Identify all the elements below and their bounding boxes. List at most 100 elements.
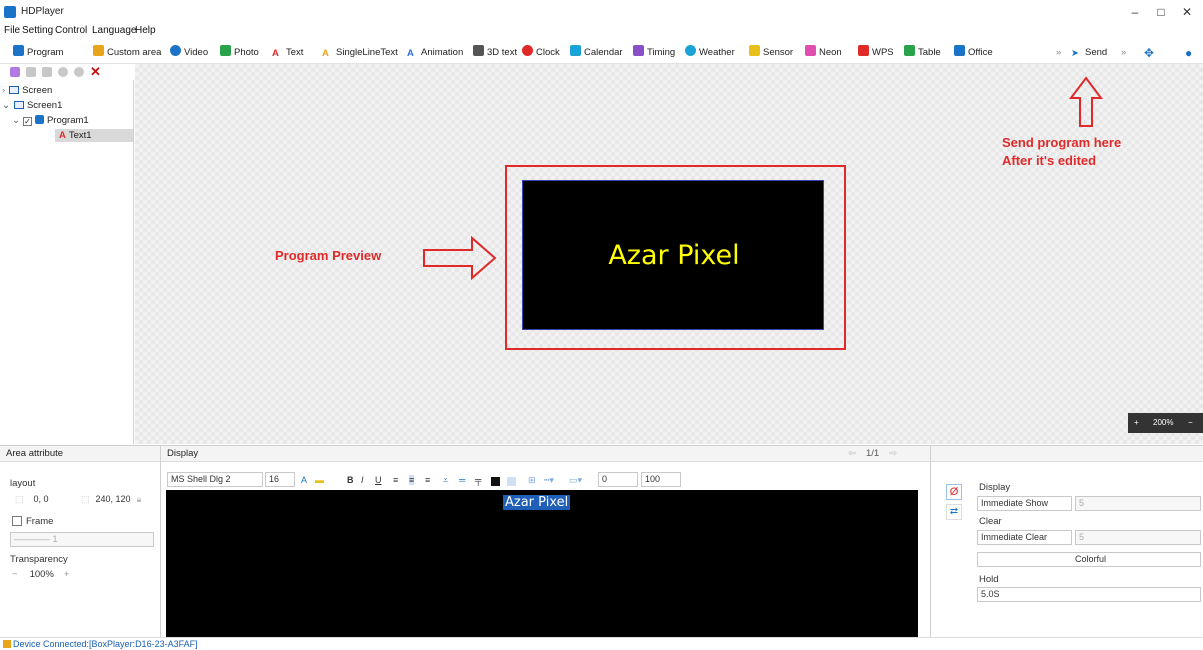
tree-item-text1[interactable]: A Text1: [55, 129, 133, 142]
random-effect-icon[interactable]: ⇄: [946, 504, 962, 520]
frame-style-select[interactable]: ———— 1: [10, 532, 154, 547]
move-up-icon[interactable]: [58, 67, 68, 77]
hold-label: Hold: [979, 574, 999, 585]
spacing-field[interactable]: 0: [598, 472, 638, 487]
timing-button[interactable]: Timing: [633, 45, 675, 61]
send-overflow-icon[interactable]: »: [1121, 45, 1126, 61]
display-speed-select[interactable]: 5: [1075, 496, 1201, 511]
paste-icon[interactable]: [42, 67, 52, 77]
text-editor[interactable]: Azar Pixel: [166, 490, 918, 637]
background-color-button[interactable]: [491, 477, 500, 486]
tree-item-screen1[interactable]: ⌄ Screen1: [2, 99, 62, 112]
color-mode-select[interactable]: Colorful: [977, 552, 1201, 567]
minimize-button[interactable]: –: [1124, 5, 1146, 19]
office-button[interactable]: Office: [954, 45, 993, 61]
table-icon[interactable]: ⊞: [528, 475, 536, 486]
weather-button[interactable]: Weather: [685, 45, 735, 61]
highlight-icon[interactable]: ▬: [315, 475, 324, 485]
effects-header: [931, 446, 1203, 462]
move-down-icon[interactable]: [74, 67, 84, 77]
next-page-icon[interactable]: ⇨: [889, 448, 897, 459]
tree-item-screen[interactable]: › Screen: [2, 84, 52, 97]
area-attribute-panel: Area attribute layout ⬚ 0, 0 ⬚ 240, 120 🔒︎ …: [0, 445, 160, 637]
check-all-icon[interactable]: [10, 67, 20, 77]
close-button[interactable]: ✕: [1176, 5, 1198, 19]
custom-area-icon: [93, 45, 104, 56]
toolbar-overflow-icon[interactable]: »: [1056, 45, 1061, 61]
position-field[interactable]: ⬚ 0, 0: [12, 493, 68, 508]
italic-button[interactable]: I: [361, 475, 364, 485]
zoom-out-button[interactable]: −: [1188, 413, 1193, 433]
valign-middle-button[interactable]: ═: [459, 475, 465, 485]
line-style-icon[interactable]: ┅▾: [544, 475, 554, 486]
line-height-field[interactable]: 100: [641, 472, 681, 487]
menu-help[interactable]: Help: [135, 25, 156, 36]
align-right-button[interactable]: ≡: [425, 475, 430, 485]
size-field[interactable]: ⬚ 240, 120 🔒︎: [78, 493, 152, 508]
font-color-icon[interactable]: A: [301, 475, 307, 485]
wps-button[interactable]: WPS: [858, 45, 894, 61]
zoom-in-button[interactable]: +: [1134, 413, 1139, 433]
clock-button[interactable]: Clock: [522, 45, 560, 61]
no-effect-icon[interactable]: Ø: [946, 484, 962, 500]
font-size-select[interactable]: 16: [265, 472, 295, 487]
table-button[interactable]: Table: [904, 45, 941, 61]
device-icon: [3, 640, 11, 648]
text-icon: A: [272, 48, 279, 59]
valign-bottom-button[interactable]: ⩡: [443, 475, 448, 486]
move-icon[interactable]: ✥: [1144, 45, 1154, 61]
maximize-button[interactable]: □: [1150, 5, 1172, 19]
settings-icon[interactable]: ●: [1185, 45, 1192, 61]
neon-icon: [805, 45, 816, 56]
delete-icon[interactable]: ✕: [90, 64, 101, 80]
text-button[interactable]: A Text: [272, 45, 303, 61]
neon-button[interactable]: Neon: [805, 45, 842, 61]
clear-effect-select[interactable]: Immediate Clear: [977, 530, 1072, 545]
chevron-right-icon: ›: [2, 85, 6, 96]
display-effect-select[interactable]: Immediate Show: [977, 496, 1072, 511]
3d-text-button[interactable]: 3D text: [473, 45, 517, 61]
sensor-button[interactable]: Sensor: [749, 45, 793, 61]
valign-top-button[interactable]: ╤: [475, 475, 481, 485]
transparency-stepper[interactable]: −100% +: [12, 569, 92, 584]
menu-language[interactable]: Language: [92, 25, 137, 36]
align-center-button[interactable]: ≡: [409, 475, 415, 485]
video-icon: [170, 45, 181, 56]
effects-panel: Ø ⇄ Display Immediate Show 5 Clear Immed…: [930, 445, 1203, 637]
lock-icon[interactable]: 🔒︎: [137, 494, 142, 504]
frame-checkbox[interactable]: [12, 516, 22, 526]
menu-file[interactable]: File: [4, 25, 20, 36]
single-line-text-button[interactable]: A SingleLineText: [322, 45, 398, 61]
3d-text-icon: [473, 45, 484, 56]
transparency-label: Transparency: [10, 554, 68, 565]
custom-area-button[interactable]: Custom area: [93, 45, 161, 61]
editor-selected-text[interactable]: Azar Pixel: [503, 495, 571, 510]
led-screen-preview[interactable]: Azar Pixel: [522, 180, 824, 330]
menu-setting[interactable]: Setting: [22, 25, 53, 36]
hold-field[interactable]: 5.0S: [977, 587, 1201, 602]
animation-button[interactable]: A Animation: [407, 45, 463, 61]
program-button[interactable]: Program: [13, 45, 63, 61]
sensor-icon: [749, 45, 760, 56]
menu-control[interactable]: Control: [55, 25, 87, 36]
calendar-button[interactable]: Calendar: [570, 45, 623, 61]
photo-button[interactable]: Photo: [220, 45, 259, 61]
checkbox-checked-icon[interactable]: ✓: [22, 117, 32, 126]
video-button[interactable]: Video: [170, 45, 208, 61]
font-select[interactable]: MS Shell Dlg 2: [167, 472, 263, 487]
bold-button[interactable]: B: [347, 475, 354, 485]
display-panel: Display ⇦ 1/1 ⇨ MS Shell Dlg 2 16 A ▬ B I …: [160, 445, 930, 637]
program-icon: [34, 115, 44, 124]
border-icon[interactable]: ▭▾: [569, 475, 582, 486]
align-left-button[interactable]: ≡: [393, 475, 398, 485]
clear-speed-select[interactable]: 5: [1075, 530, 1201, 545]
prev-page-icon[interactable]: ⇦: [848, 448, 856, 459]
copy-icon[interactable]: [26, 67, 36, 77]
chevron-down-icon: ⌄: [2, 100, 10, 111]
decrease-button[interactable]: −: [12, 569, 18, 580]
image-button[interactable]: [507, 477, 516, 486]
send-button[interactable]: ➤ Send: [1071, 45, 1107, 61]
underline-button[interactable]: U: [375, 475, 382, 485]
tree-item-program1[interactable]: ⌄ ✓ Program1: [12, 114, 89, 127]
increase-button[interactable]: +: [64, 569, 70, 580]
